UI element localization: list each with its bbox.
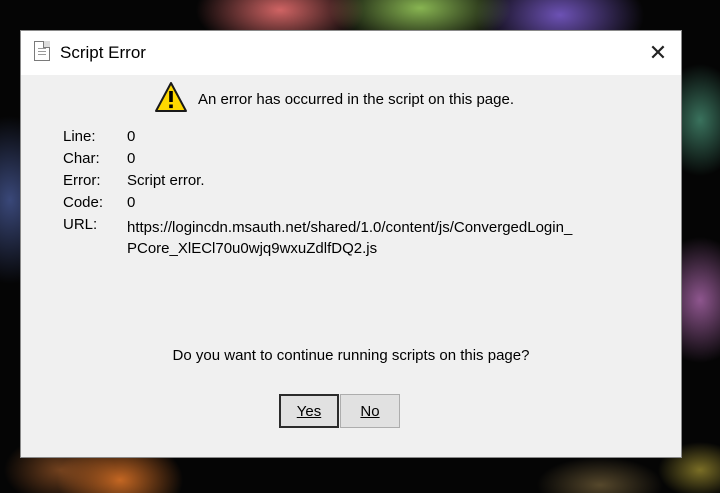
url-value: https://logincdn.msauth.net/shared/1.0/c… bbox=[127, 219, 573, 257]
script-document-icon bbox=[34, 41, 50, 61]
error-label: Error: bbox=[63, 172, 101, 189]
code-label: Code: bbox=[63, 194, 104, 211]
code-value: 0 bbox=[127, 194, 136, 211]
char-label: Char: bbox=[63, 150, 100, 167]
line-value: 0 bbox=[127, 128, 136, 145]
script-error-dialog: Script Error ✕ An error has occurred in … bbox=[20, 30, 682, 458]
yes-button[interactable]: Yes bbox=[279, 394, 339, 428]
close-icon[interactable]: ✕ bbox=[635, 31, 681, 75]
title-bar: Script Error ✕ bbox=[21, 31, 681, 75]
warning-icon bbox=[155, 82, 187, 112]
continue-question: Do you want to continue running scripts … bbox=[172, 347, 530, 364]
url-label: URL: bbox=[63, 216, 98, 233]
no-button[interactable]: No bbox=[340, 394, 400, 428]
char-value: 0 bbox=[127, 150, 136, 167]
no-button-label: No bbox=[360, 402, 380, 420]
yes-button-label: Yes bbox=[296, 402, 322, 420]
error-value: Script error. bbox=[127, 172, 205, 189]
dialog-title: Script Error bbox=[60, 43, 146, 62]
error-headline: An error has occurred in the script on t… bbox=[198, 91, 514, 108]
line-label: Line: bbox=[63, 128, 96, 145]
